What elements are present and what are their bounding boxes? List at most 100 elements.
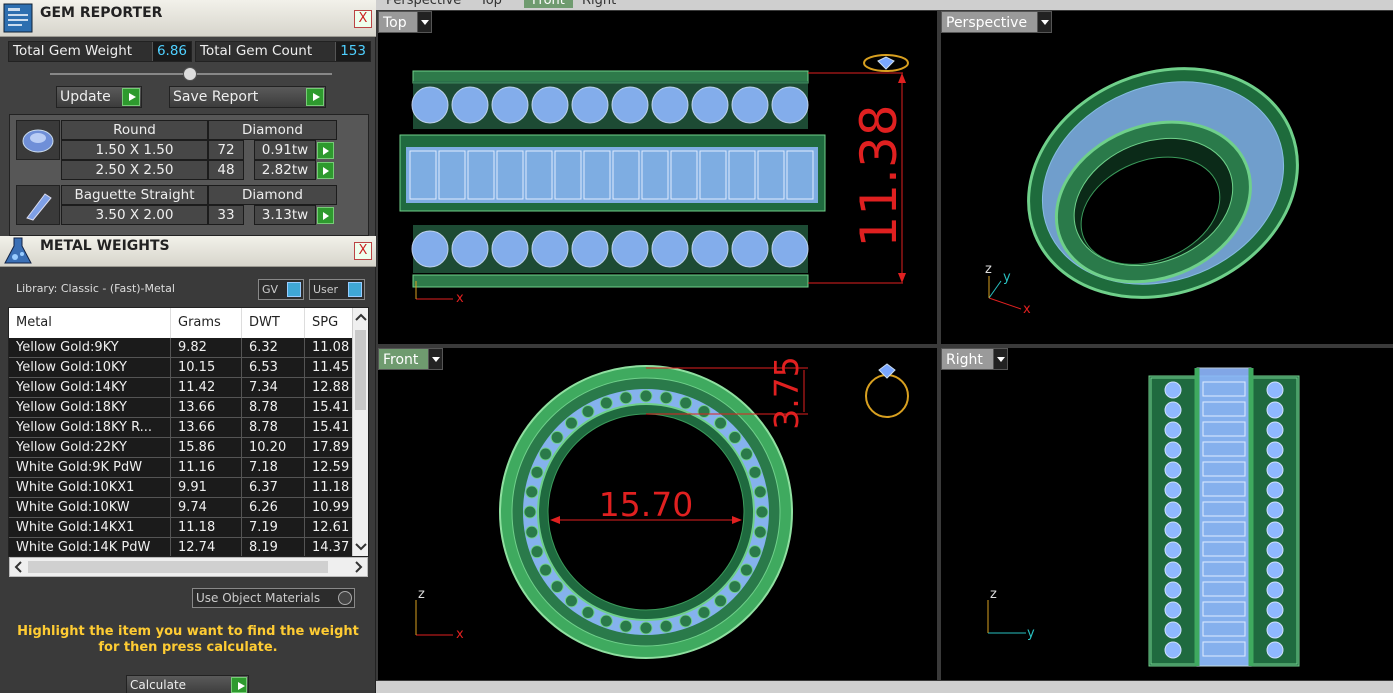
axis-z-label: z	[418, 587, 425, 602]
viewport-right[interactable]: y z Right	[941, 348, 1393, 680]
gem-mark	[581, 405, 595, 419]
round-diamond-icon-graphic	[22, 129, 54, 153]
table-row[interactable]: Yellow Gold:9KY 9.82 6.32 11.08	[9, 338, 354, 358]
scroll-down-icon[interactable]	[353, 538, 369, 554]
dropdown-icon[interactable]	[416, 12, 431, 32]
gv-toggle[interactable]: GV	[258, 279, 304, 300]
tab-perspective[interactable]: Perspective	[386, 0, 461, 8]
ring-top-view: 11.38 x	[399, 54, 909, 306]
gem-mark	[611, 230, 649, 268]
axis-x-label: x	[456, 627, 464, 642]
update-button-label: Update	[60, 89, 111, 105]
scroll-right-icon[interactable]	[351, 558, 365, 576]
dropdown-icon[interactable]	[1037, 12, 1052, 32]
gem-mark	[731, 230, 769, 268]
table-row[interactable]: Yellow Gold:18KY 13.66 8.78 15.41	[9, 398, 354, 418]
gem-count: 48	[208, 160, 244, 180]
gem-size[interactable]: 3.50 X 2.00	[61, 205, 208, 225]
table-row[interactable]: White Gold:10KX1 9.91 6.37 11.18	[9, 478, 354, 498]
gem-mark	[651, 86, 689, 124]
gem-mark	[1266, 381, 1284, 399]
column-header-metal[interactable]: Metal	[9, 308, 171, 338]
round-diamond-icon[interactable]	[16, 120, 60, 160]
gem-mark	[1164, 481, 1182, 499]
column-header-dwt[interactable]: DWT	[242, 308, 305, 338]
metal-table-header: Metal Grams DWT SPG	[9, 308, 354, 338]
baguette-diamond-icon-graphic	[26, 193, 52, 221]
gem-mark	[1164, 541, 1182, 559]
ring-perspective-view: x y z	[985, 67, 1299, 317]
gem-mark	[639, 389, 653, 403]
select-gem-icon[interactable]	[317, 207, 334, 224]
tab-top[interactable]: Top	[480, 0, 502, 8]
viewport-label-top[interactable]: Top	[378, 11, 432, 33]
table-row[interactable]: White Gold:9K PdW 11.16 7.18 12.59	[9, 458, 354, 478]
gem-mark	[691, 230, 729, 268]
scrollbar-thumb[interactable]	[355, 330, 366, 410]
table-row[interactable]: White Gold:14K PdW 12.74 8.19 14.37	[9, 538, 354, 556]
gem-size[interactable]: 1.50 X 1.50	[61, 140, 208, 160]
gem-reporter-panel: GEM REPORTER X Total Gem Weight 6.86 Tot…	[0, 0, 376, 240]
toggle-knob-icon	[287, 282, 301, 297]
gem-mark	[619, 391, 633, 405]
close-icon[interactable]: X	[354, 242, 372, 260]
grams-value: 12.74	[171, 538, 242, 556]
save-report-button[interactable]: Save Report	[169, 86, 326, 108]
gem-reporter-titlebar[interactable]: GEM REPORTER X	[0, 0, 376, 37]
splitter-handle[interactable]	[50, 67, 332, 81]
baguette-diamond-icon[interactable]	[16, 185, 60, 225]
scrollbar-thumb[interactable]	[28, 561, 328, 573]
gem-mark	[739, 563, 753, 577]
tab-front[interactable]: Front	[524, 0, 573, 8]
metal-name: Yellow Gold:22KY	[9, 438, 171, 457]
table-row[interactable]: Yellow Gold:10KY 10.15 6.53 11.45	[9, 358, 354, 378]
update-button[interactable]: Update	[56, 86, 142, 108]
close-icon[interactable]: X	[354, 10, 372, 28]
gem-size[interactable]: 2.50 X 2.50	[61, 160, 208, 180]
user-toggle[interactable]: User	[309, 279, 365, 300]
metal-weights-titlebar[interactable]: METAL WEIGHTS X	[0, 236, 376, 267]
gem-mark	[1266, 461, 1284, 479]
scroll-up-icon[interactable]	[353, 310, 369, 326]
gem-mark	[1164, 581, 1182, 599]
grams-value: 11.18	[171, 518, 242, 537]
dwt-value: 7.19	[242, 518, 305, 537]
viewport-front[interactable]: 15.70 3.75 x z Front	[378, 348, 937, 680]
dwt-value: 8.78	[242, 398, 305, 417]
metal-name: Yellow Gold:18KY	[9, 398, 171, 417]
dropdown-icon[interactable]	[428, 349, 443, 369]
gem-mark	[564, 416, 578, 430]
table-row[interactable]: Yellow Gold:22KY 15.86 10.20 17.89	[9, 438, 354, 458]
select-gem-icon[interactable]	[317, 142, 334, 159]
table-row[interactable]: Yellow Gold:14KY 11.42 7.34 12.88	[9, 378, 354, 398]
column-header-grams[interactable]: Grams	[171, 308, 242, 338]
spg-value: 11.08	[305, 338, 354, 357]
table-row[interactable]: Yellow Gold:18KY R... 13.66 8.78 15.41	[9, 418, 354, 438]
column-header-spg[interactable]: SPG	[305, 308, 354, 338]
gem-mark	[539, 447, 553, 461]
viewport-label-front[interactable]: Front	[378, 348, 444, 370]
table-row[interactable]: White Gold:14KX1 11.18 7.19 12.61	[9, 518, 354, 538]
dropdown-icon[interactable]	[992, 349, 1007, 369]
spg-value: 11.45	[305, 358, 354, 377]
vertical-scrollbar[interactable]	[352, 308, 369, 556]
calculate-button[interactable]: Calculate	[126, 675, 249, 693]
grams-value: 15.86	[171, 438, 242, 457]
viewport-label-perspective[interactable]: Perspective	[941, 11, 1053, 33]
scroll-left-icon[interactable]	[12, 558, 26, 576]
metal-name: White Gold:14KX1	[9, 518, 171, 537]
calculate-button-label: Calculate	[130, 678, 187, 692]
gem-mark	[1164, 461, 1182, 479]
spg-value: 12.61	[305, 518, 354, 537]
viewport-perspective[interactable]: x y z Perspective	[941, 11, 1393, 344]
use-object-materials-toggle[interactable]: Use Object Materials	[192, 588, 355, 608]
viewport-label-right[interactable]: Right	[941, 348, 1008, 370]
horizontal-scrollbar[interactable]	[9, 557, 368, 577]
gem-mark	[1164, 601, 1182, 619]
tab-right[interactable]: Right	[582, 0, 616, 8]
splitter-knob-icon[interactable]	[183, 67, 197, 81]
select-gem-icon[interactable]	[317, 162, 334, 179]
table-row[interactable]: White Gold:10KW 9.74 6.26 10.99	[9, 498, 354, 518]
viewport-top[interactable]: 11.38 x Top	[378, 11, 937, 344]
play-icon	[122, 88, 140, 106]
